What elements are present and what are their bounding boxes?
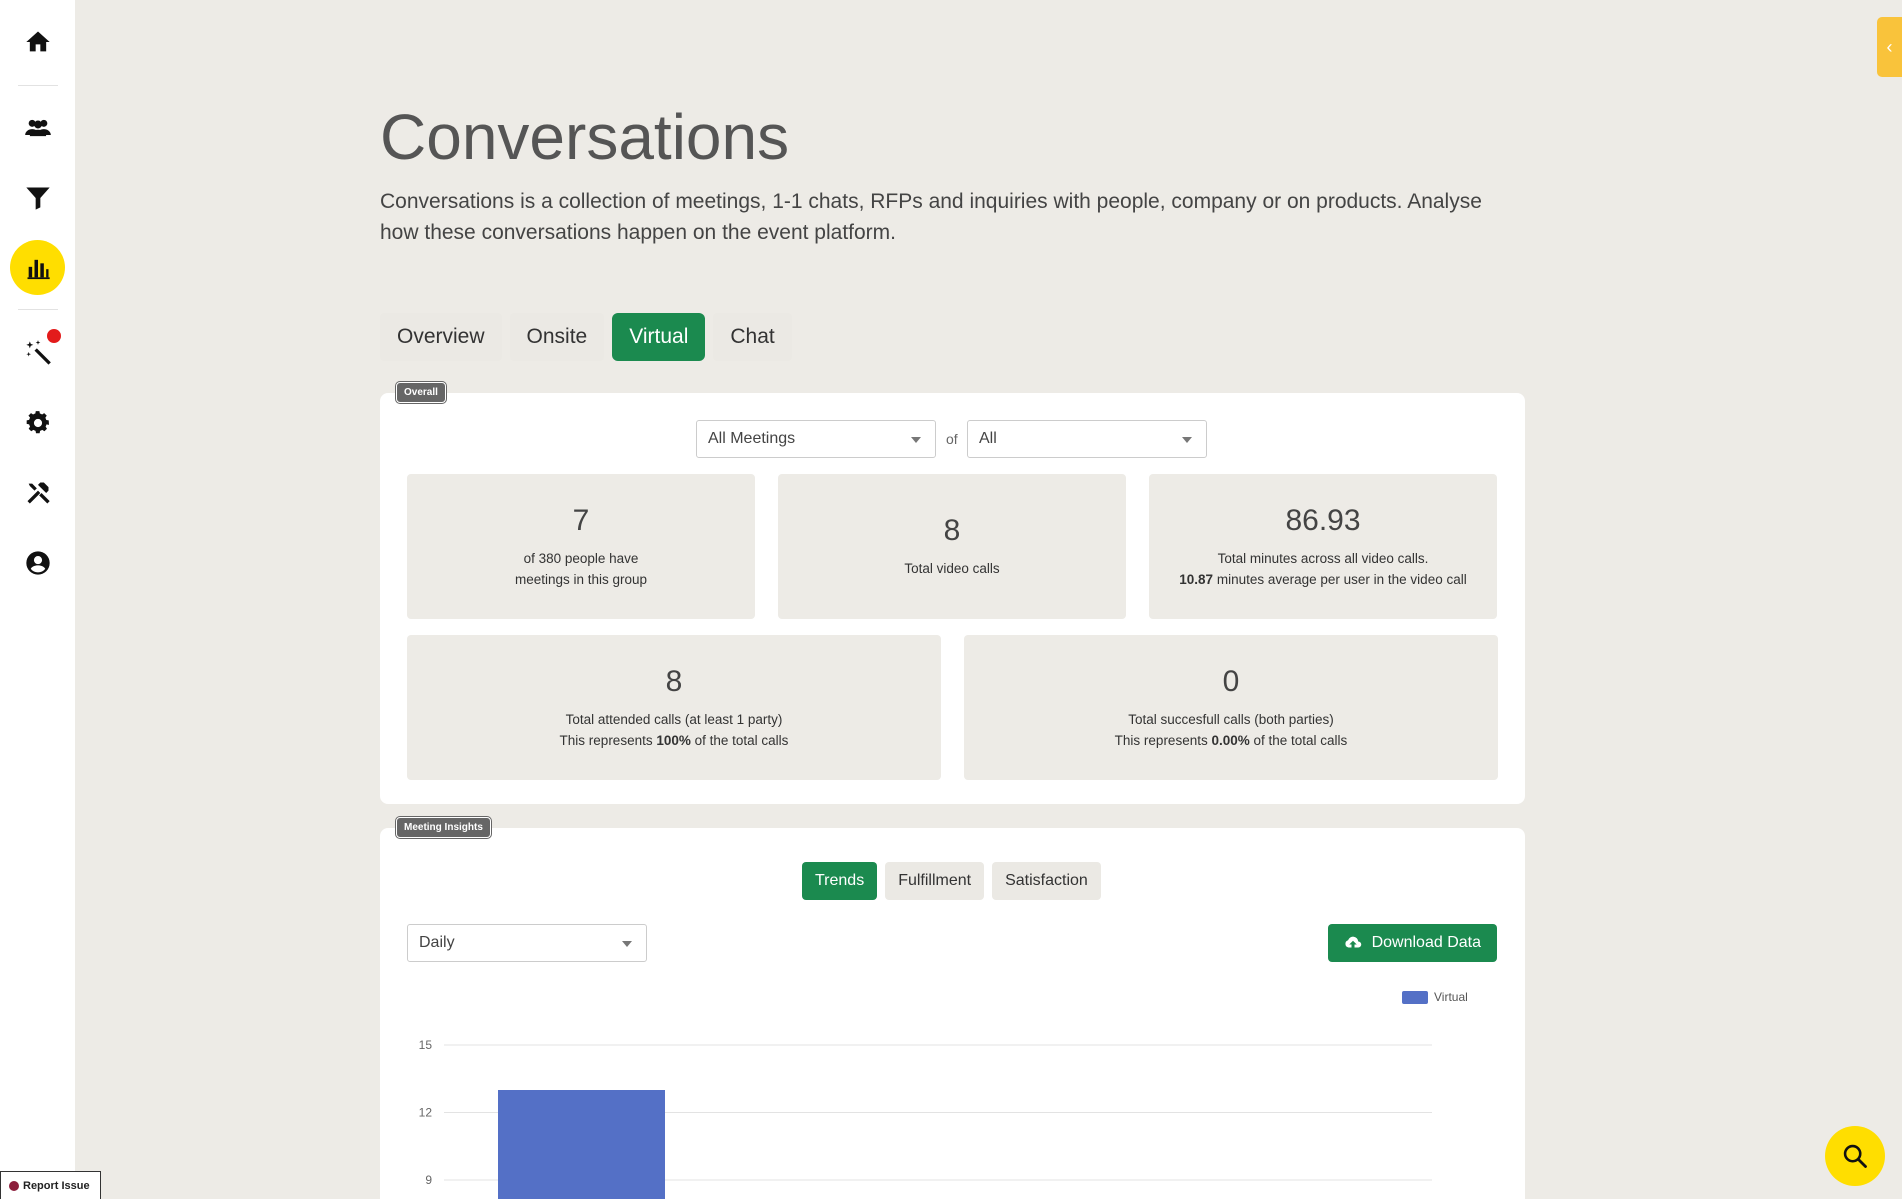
trend-chart: 15 12 9 xyxy=(419,1038,1432,1199)
stat-label: 10.87 minutes average per user in the vi… xyxy=(1179,569,1466,590)
panel-collapse-toggle[interactable]: ‹ xyxy=(1877,17,1902,77)
stat-value: 0 xyxy=(1222,664,1240,698)
stat-highlight: 10.87 xyxy=(1179,571,1214,587)
chevron-down-icon xyxy=(911,437,921,443)
page-description: Conversations is a collection of meeting… xyxy=(380,190,1482,244)
stat-card-people: 7 of 380 people have meetings in this gr… xyxy=(407,474,755,619)
tab-onsite[interactable]: Onsite xyxy=(509,313,605,361)
stat-label: This represents 0.00% of the total calls xyxy=(1115,730,1348,751)
stat-highlight: 0.00% xyxy=(1211,732,1250,748)
nav-profile[interactable] xyxy=(10,535,65,590)
nav-magic[interactable] xyxy=(10,325,65,380)
notification-dot xyxy=(47,329,61,343)
stat-card-minutes: 86.93 Total minutes across all video cal… xyxy=(1149,474,1497,619)
stat-label: Total video calls xyxy=(904,561,1000,576)
report-issue-label: Report Issue xyxy=(23,1179,90,1192)
y-tick-label: 15 xyxy=(419,1038,433,1052)
chart-bar[interactable] xyxy=(498,1090,665,1199)
overall-badge: Overall xyxy=(396,382,446,403)
meeting-filter-select[interactable]: All Meetings xyxy=(696,420,936,458)
stat-value: 7 xyxy=(572,503,590,537)
stat-label-pre: This represents xyxy=(1114,732,1212,748)
stat-card-attended: 8 Total attended calls (at least 1 party… xyxy=(407,635,941,780)
of-label: of xyxy=(946,431,958,447)
group-filter-select[interactable]: All xyxy=(967,420,1207,458)
stat-card-successful: 0 Total succesfull calls (both parties) … xyxy=(964,635,1498,780)
sidebar-divider xyxy=(18,85,58,86)
overall-panel: Overall All Meetings of All 7 of 380 peo… xyxy=(380,382,1525,804)
stat-label: of 380 people have xyxy=(523,550,639,566)
nav-settings[interactable] xyxy=(10,395,65,450)
stat-value: 86.93 xyxy=(1285,503,1361,537)
nav-people[interactable] xyxy=(10,100,65,155)
home-icon xyxy=(25,31,50,51)
main-tabs: Overview Onsite Virtual Chat xyxy=(380,313,792,361)
nav-tools[interactable] xyxy=(10,465,65,520)
tab-overview[interactable]: Overview xyxy=(380,313,502,361)
search-button[interactable] xyxy=(1825,1126,1885,1186)
stat-label: meetings in this group xyxy=(514,571,648,587)
chevron-down-icon xyxy=(1182,437,1192,443)
nav-analytics[interactable] xyxy=(10,240,65,295)
stat-label-post: of the total calls xyxy=(690,732,789,748)
stat-label: Total succesfull calls (both parties) xyxy=(1128,711,1334,727)
stat-label-rest: minutes average per user in the video ca… xyxy=(1213,571,1467,587)
group-filter-value: All xyxy=(979,430,997,447)
tab-virtual[interactable]: Virtual xyxy=(612,313,706,361)
stat-label: Total attended calls (at least 1 party) xyxy=(565,711,783,727)
meeting-filter-value: All Meetings xyxy=(708,430,796,447)
stat-value: 8 xyxy=(943,514,961,547)
report-issue-button[interactable]: Report Issue xyxy=(0,1171,101,1199)
magic-wand-icon xyxy=(25,339,51,365)
user-circle-icon xyxy=(25,550,50,575)
people-icon xyxy=(24,119,51,136)
bug-icon xyxy=(9,1180,19,1191)
chevron-left-icon: ‹ xyxy=(1886,36,1893,57)
sidebar-divider xyxy=(18,309,58,310)
y-tick-label: 12 xyxy=(419,1106,433,1120)
stat-label: Total minutes across all video calls. xyxy=(1217,550,1429,566)
stat-card-video-calls: 8 Total video calls xyxy=(778,474,1126,619)
sidebar: Report Issue xyxy=(0,0,101,1199)
stat-value: 8 xyxy=(665,664,683,698)
nav-home[interactable] xyxy=(10,14,65,69)
y-tick-label: 9 xyxy=(425,1173,432,1187)
stat-label: This represents 100% of the total calls xyxy=(560,730,789,751)
filter-icon xyxy=(25,187,50,210)
tools-icon xyxy=(27,482,50,503)
tab-chat[interactable]: Chat xyxy=(713,313,792,361)
nav-filter[interactable] xyxy=(10,170,65,225)
gear-icon xyxy=(26,410,49,433)
search-icon xyxy=(1843,1144,1867,1168)
bar-chart-icon xyxy=(27,259,50,279)
stat-highlight: 100% xyxy=(656,732,691,748)
stat-label-post: of the total calls xyxy=(1249,732,1348,748)
meeting-insights-panel: Meeting Insights Trends Fulfillment Sati… xyxy=(380,817,1525,1199)
page-title: Conversations xyxy=(380,101,790,173)
stat-label-pre: This represents xyxy=(559,732,657,748)
